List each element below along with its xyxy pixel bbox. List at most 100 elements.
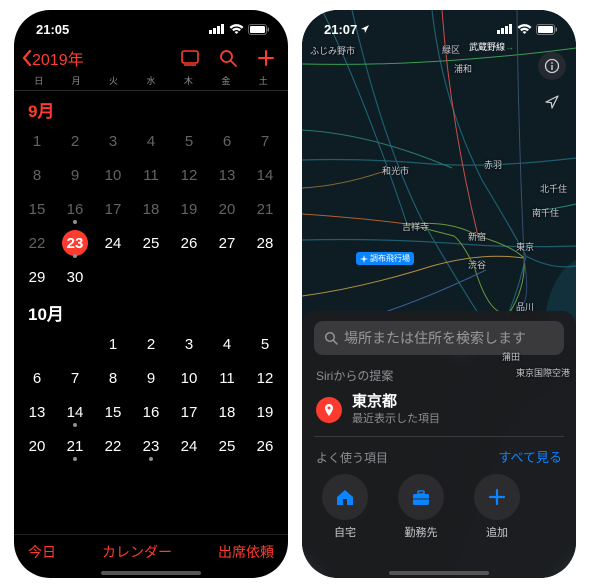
day-cell[interactable]: 3	[94, 124, 132, 158]
day-cell[interactable]: 10	[170, 361, 208, 395]
day-cell[interactable]: 1	[94, 327, 132, 361]
map-place-label[interactable]: ふじみ野市	[310, 44, 355, 57]
calendars-button[interactable]: カレンダー	[102, 542, 172, 562]
see-all-button[interactable]: すべて見る	[498, 447, 562, 466]
day-cell[interactable]: 22	[18, 226, 56, 260]
day-cell[interactable]: 27	[208, 226, 246, 260]
map-place-label[interactable]: 東京国際空港	[516, 366, 570, 379]
home-indicator[interactable]	[389, 571, 489, 575]
day-cell[interactable]: 2	[56, 124, 94, 158]
map-place-label[interactable]: 北千住	[540, 182, 567, 195]
day-cell[interactable]: 20	[18, 429, 56, 463]
locate-me-button[interactable]	[538, 88, 566, 116]
day-cell[interactable]: 6	[18, 361, 56, 395]
map-place-label[interactable]: 品川	[516, 300, 534, 313]
map-place-label[interactable]: 和光市	[382, 164, 409, 177]
day-cell[interactable]: 22	[94, 429, 132, 463]
day-cell[interactable]: 19	[170, 192, 208, 226]
siri-suggestion-row[interactable]: 東京都 最近表示した項目	[314, 390, 564, 438]
map-place-label[interactable]: 東京	[516, 240, 534, 253]
day-cell[interactable]: 4	[208, 327, 246, 361]
day-cell[interactable]: 23	[132, 429, 170, 463]
map-place-label[interactable]: 緑区	[442, 43, 460, 56]
status-indicators	[209, 24, 270, 35]
search-icon	[324, 331, 338, 345]
map-place-label[interactable]: 吉祥寺	[402, 220, 429, 233]
list-view-icon[interactable]	[180, 48, 200, 68]
day-cell[interactable]: 7	[56, 361, 94, 395]
day-cell[interactable]: 15	[18, 192, 56, 226]
info-button[interactable]	[538, 52, 566, 80]
add-event-icon[interactable]	[256, 48, 276, 68]
today-button[interactable]: 今日	[28, 542, 56, 562]
signal-icon	[497, 24, 513, 34]
day-cell[interactable]: 18	[208, 395, 246, 429]
day-cell[interactable]: 3	[170, 327, 208, 361]
signal-icon	[209, 24, 225, 34]
favorite-label: 追加	[486, 524, 508, 540]
day-cell[interactable]: 11	[132, 158, 170, 192]
day-cell[interactable]: 25	[208, 429, 246, 463]
day-cell[interactable]: 15	[94, 395, 132, 429]
day-cell[interactable]: 10	[94, 158, 132, 192]
day-cell[interactable]: 4	[132, 124, 170, 158]
day-cell[interactable]: 13	[18, 395, 56, 429]
airport-badge[interactable]: 調布飛行場	[356, 252, 414, 265]
day-cell[interactable]: 2	[132, 327, 170, 361]
map-place-label[interactable]: 南千住	[532, 206, 559, 219]
day-cell[interactable]: 20	[208, 192, 246, 226]
day-cell[interactable]: 7	[246, 124, 284, 158]
day-cell[interactable]: 29	[18, 260, 56, 294]
favorites-row: 自宅勤務先追加	[314, 474, 564, 558]
day-cell[interactable]: 21	[246, 192, 284, 226]
day-cell[interactable]: 24	[170, 429, 208, 463]
day-cell[interactable]: 14	[56, 395, 94, 429]
day-cell[interactable]: 13	[208, 158, 246, 192]
day-cell[interactable]: 1	[18, 124, 56, 158]
day-cell[interactable]: 8	[94, 361, 132, 395]
day-cell[interactable]: 16	[132, 395, 170, 429]
favorite-home[interactable]: 自宅	[318, 474, 372, 540]
search-input[interactable]: 場所または住所を検索します	[314, 321, 564, 355]
day-cell[interactable]: 6	[208, 124, 246, 158]
back-button[interactable]: 2019年	[22, 46, 84, 70]
day-cell[interactable]: 18	[132, 192, 170, 226]
map-place-label[interactable]: 浦和	[454, 62, 472, 75]
day-cell[interactable]: 25	[132, 226, 170, 260]
day-cell[interactable]: 5	[170, 124, 208, 158]
day-cell[interactable]: 9	[56, 158, 94, 192]
calendar-body[interactable]: 9月12345678910111213141516171819202122232…	[14, 91, 288, 463]
search-icon[interactable]	[218, 48, 238, 68]
day-cell[interactable]: 9	[132, 361, 170, 395]
map-place-label[interactable]: 赤羽	[484, 158, 502, 171]
wifi-icon	[517, 24, 532, 35]
home-indicator[interactable]	[101, 571, 201, 575]
day-cell[interactable]: 5	[246, 327, 284, 361]
day-cell[interactable]: 28	[246, 226, 284, 260]
day-cell[interactable]: 16	[56, 192, 94, 226]
day-cell[interactable]: 24	[94, 226, 132, 260]
day-cell[interactable]: 30	[56, 260, 94, 294]
weekday-label: 日	[20, 74, 57, 87]
day-cell[interactable]: 12	[170, 158, 208, 192]
day-cell[interactable]: 21	[56, 429, 94, 463]
map-place-label[interactable]: 渋谷	[468, 258, 486, 271]
day-cell[interactable]: 19	[246, 395, 284, 429]
search-placeholder: 場所または住所を検索します	[344, 328, 526, 348]
day-cell[interactable]: 8	[18, 158, 56, 192]
day-cell[interactable]: 17	[170, 395, 208, 429]
search-sheet[interactable]: 場所または住所を検索します Siriからの提案 東京都 最近表示した項目 よく使…	[302, 311, 576, 579]
map-place-label[interactable]: 蒲田	[502, 350, 520, 363]
favorite-plus[interactable]: 追加	[470, 474, 524, 540]
day-cell[interactable]: 17	[94, 192, 132, 226]
inbox-button[interactable]: 出席依頼	[218, 542, 274, 562]
day-cell[interactable]: 14	[246, 158, 284, 192]
day-cell[interactable]: 11	[208, 361, 246, 395]
weekday-label: 木	[170, 74, 207, 87]
day-cell[interactable]: 23	[56, 226, 94, 260]
day-cell[interactable]: 12	[246, 361, 284, 395]
day-cell[interactable]: 26	[170, 226, 208, 260]
day-cell[interactable]: 26	[246, 429, 284, 463]
favorite-briefcase[interactable]: 勤務先	[394, 474, 448, 540]
map-place-label[interactable]: 新宿	[468, 230, 486, 243]
